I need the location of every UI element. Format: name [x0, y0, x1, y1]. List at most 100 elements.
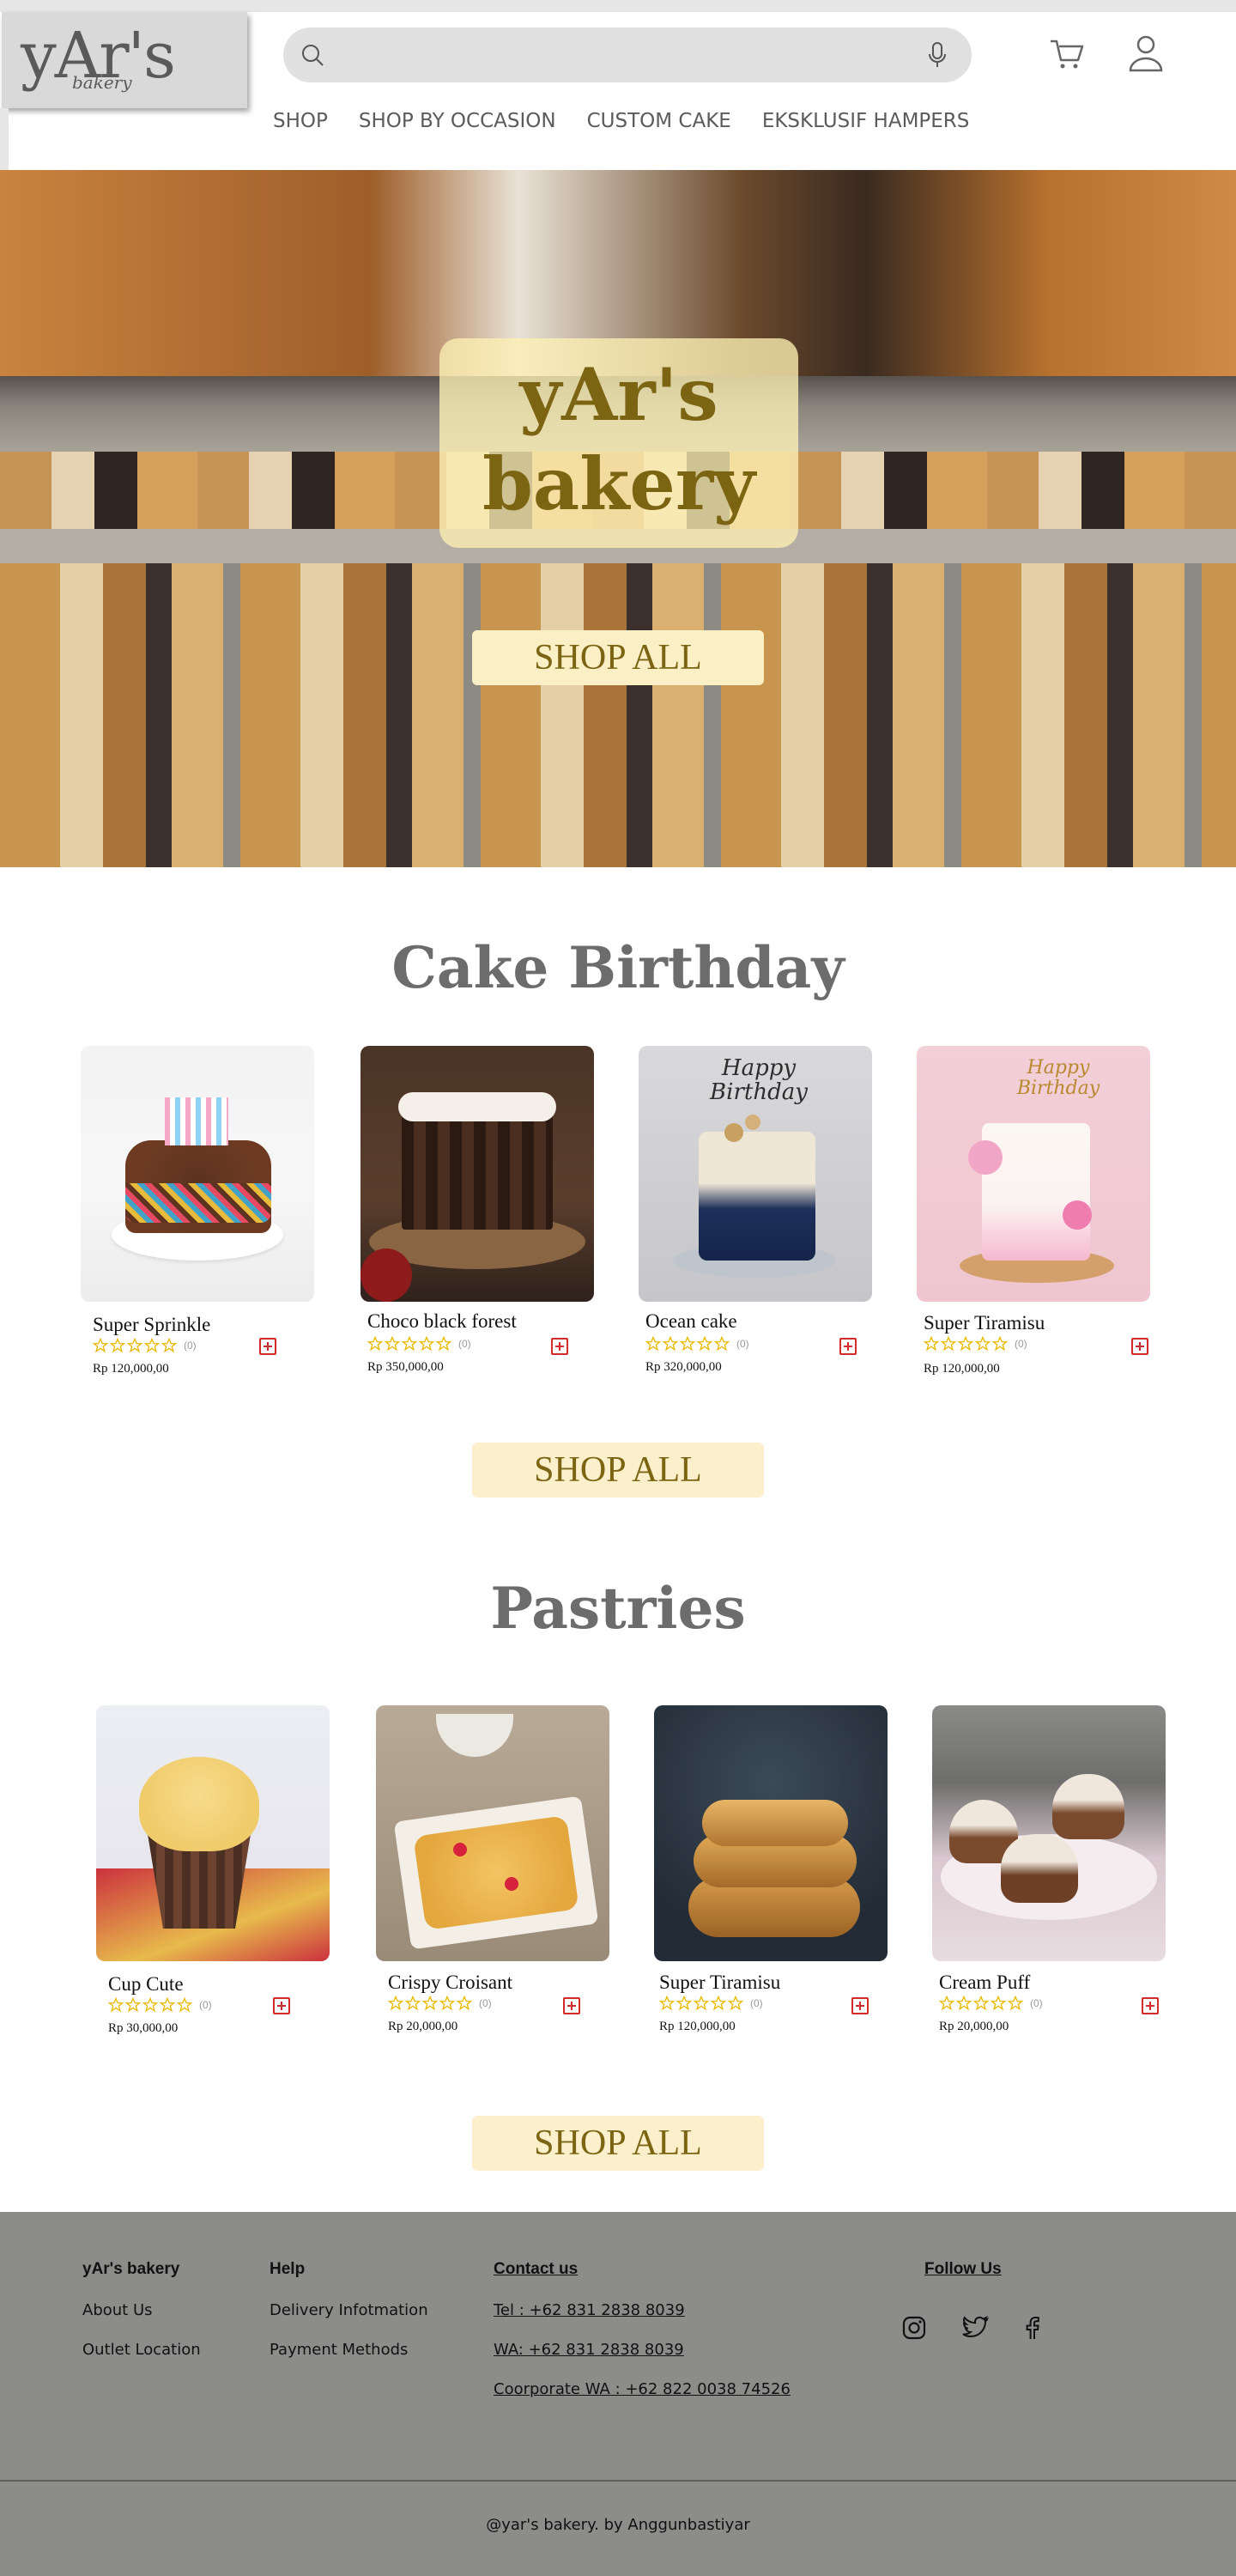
- footer-link-about[interactable]: About Us: [82, 2301, 201, 2319]
- star-outline-icon: [110, 1338, 125, 1353]
- star-outline-icon: [108, 1997, 124, 2013]
- product-name[interactable]: Cup Cute: [108, 1973, 184, 1996]
- nav-eksklusif-hampers[interactable]: EKSKLUSIF HAMPERS: [762, 110, 970, 132]
- rating-stars: (0): [367, 1336, 471, 1352]
- add-to-cart-icon[interactable]: [1142, 1997, 1159, 2014]
- add-to-cart-icon[interactable]: [851, 1997, 869, 2014]
- footer-link-wa[interactable]: WA: +62 831 2838 8039: [494, 2341, 791, 2359]
- star-outline-icon: [125, 1997, 141, 2013]
- star-outline-icon: [144, 1338, 160, 1353]
- star-outline-icon: [419, 1336, 434, 1352]
- product-card[interactable]: Happy Birthday Super Tiramisu (0) Rp 120…: [917, 1046, 1150, 1376]
- hero-title-line2: bakery: [482, 441, 755, 526]
- cart-icon[interactable]: [1049, 38, 1085, 70]
- product-card[interactable]: Cup Cute (0) Rp 30,000,00: [96, 1705, 330, 2035]
- product-name[interactable]: Super Sprinkle: [93, 1314, 210, 1336]
- product-card[interactable]: Super Tiramisu (0) Rp 120,000,00: [654, 1705, 888, 2033]
- footer-brand-column: yAr's bakery About Us Outlet Location: [82, 2260, 201, 2380]
- main-nav: SHOP SHOP BY OCCASION CUSTOM CAKE EKSKLU…: [273, 110, 1000, 132]
- star-outline-icon: [728, 1996, 743, 2011]
- star-outline-icon: [694, 1996, 709, 2011]
- star-outline-icon: [956, 1996, 972, 2011]
- product-name[interactable]: Super Tiramisu: [659, 1971, 780, 1994]
- star-outline-icon: [663, 1336, 678, 1352]
- hero-title-box: yAr's bakery: [439, 338, 798, 548]
- product-price: Rp 20,000,00: [388, 2020, 458, 2033]
- star-outline-icon: [941, 1336, 956, 1352]
- twitter-icon[interactable]: [961, 2315, 989, 2341]
- product-card[interactable]: Crispy Croisant (0) Rp 20,000,00: [376, 1705, 609, 2033]
- footer-link-corporate-wa[interactable]: Coorporate WA : +62 822 0038 74526: [494, 2380, 791, 2398]
- product-price: Rp 30,000,00: [108, 2021, 179, 2035]
- footer-follow-title: Follow Us: [924, 2260, 1002, 2278]
- star-outline-icon: [405, 1996, 421, 2011]
- footer-link-delivery[interactable]: Delivery Infotmation: [270, 2301, 428, 2319]
- footer-link-tel[interactable]: Tel : +62 831 2838 8039: [494, 2301, 791, 2319]
- top-strip: [0, 0, 1236, 12]
- product-name[interactable]: Crispy Croisant: [388, 1971, 512, 1994]
- product-card[interactable]: Cream Puff (0) Rp 20,000,00: [932, 1705, 1166, 2033]
- product-image[interactable]: [376, 1705, 609, 1961]
- product-image[interactable]: [81, 1046, 314, 1302]
- star-outline-icon: [367, 1336, 383, 1352]
- product-price: Rp 120,000,00: [93, 1362, 169, 1376]
- rating-count: (0): [736, 1338, 749, 1350]
- add-to-cart-icon[interactable]: [839, 1338, 857, 1355]
- instagram-icon[interactable]: [901, 2315, 927, 2341]
- rating-count: (0): [479, 1997, 492, 2009]
- add-to-cart-icon[interactable]: [563, 1997, 580, 2014]
- hero-shop-all-button[interactable]: SHOP ALL: [472, 630, 764, 685]
- product-image[interactable]: [360, 1046, 594, 1302]
- user-icon[interactable]: [1128, 34, 1164, 72]
- star-outline-icon: [659, 1996, 675, 2011]
- star-outline-icon: [436, 1336, 451, 1352]
- add-to-cart-icon[interactable]: [551, 1338, 568, 1355]
- rating-stars: (0): [659, 1996, 763, 2011]
- footer-contact-column: Contact us Tel : +62 831 2838 8039 WA: +…: [494, 2260, 791, 2420]
- microphone-icon[interactable]: [927, 41, 948, 69]
- footer-link-payment[interactable]: Payment Methods: [270, 2341, 428, 2359]
- footer-link-outlet[interactable]: Outlet Location: [82, 2341, 201, 2359]
- search-bar: [283, 27, 972, 82]
- logo[interactable]: yAr's bakery: [2, 12, 247, 108]
- nav-custom-cake[interactable]: CUSTOM CAKE: [587, 110, 731, 132]
- star-outline-icon: [142, 1997, 158, 2013]
- rating-stars: (0): [108, 1997, 212, 2013]
- star-outline-icon: [160, 1997, 175, 2013]
- product-price: Rp 120,000,00: [659, 2020, 736, 2033]
- logo-subtext: bakery: [72, 72, 132, 93]
- product-price: Rp 350,000,00: [367, 1360, 444, 1374]
- product-name[interactable]: Super Tiramisu: [924, 1312, 1045, 1334]
- star-outline-icon: [711, 1996, 726, 2011]
- search-input[interactable]: [338, 38, 905, 72]
- product-image[interactable]: [932, 1705, 1166, 1961]
- product-image[interactable]: [654, 1705, 888, 1961]
- product-name[interactable]: Choco black forest: [367, 1310, 517, 1333]
- product-price: Rp 320,000,00: [645, 1360, 722, 1374]
- product-card[interactable]: Choco black forest (0) Rp 350,000,00: [360, 1046, 594, 1374]
- nav-shop-by-occasion[interactable]: SHOP BY OCCASION: [359, 110, 556, 132]
- product-image[interactable]: [96, 1705, 330, 1961]
- rating-stars: (0): [645, 1336, 749, 1352]
- product-image[interactable]: Happy Birthday: [639, 1046, 872, 1302]
- add-to-cart-icon[interactable]: [1131, 1338, 1148, 1355]
- hero-title-line1: yAr's: [519, 352, 718, 437]
- product-name[interactable]: Cream Puff: [939, 1971, 1030, 1994]
- product-image[interactable]: Happy Birthday: [917, 1046, 1150, 1302]
- rating-stars: (0): [924, 1336, 1027, 1352]
- search-icon[interactable]: [300, 43, 324, 67]
- pastries-shop-all-button[interactable]: SHOP ALL: [472, 2116, 764, 2171]
- footer-help-title: Help: [270, 2260, 306, 2278]
- star-outline-icon: [439, 1996, 455, 2011]
- rating-count: (0): [1015, 1338, 1027, 1350]
- hero-shelf-bottom: [0, 563, 1236, 867]
- nav-shop[interactable]: SHOP: [273, 110, 328, 132]
- product-card[interactable]: Super Sprinkle (0) Rp 120,000,00: [81, 1046, 314, 1376]
- product-card[interactable]: Happy Birthday Ocean cake (0) Rp 320,000…: [639, 1046, 872, 1374]
- birthday-shop-all-button[interactable]: SHOP ALL: [472, 1443, 764, 1498]
- facebook-icon[interactable]: [1023, 2315, 1040, 2341]
- add-to-cart-icon[interactable]: [273, 1997, 290, 2014]
- product-name[interactable]: Ocean cake: [645, 1310, 737, 1333]
- star-outline-icon: [127, 1338, 142, 1353]
- add-to-cart-icon[interactable]: [259, 1338, 276, 1355]
